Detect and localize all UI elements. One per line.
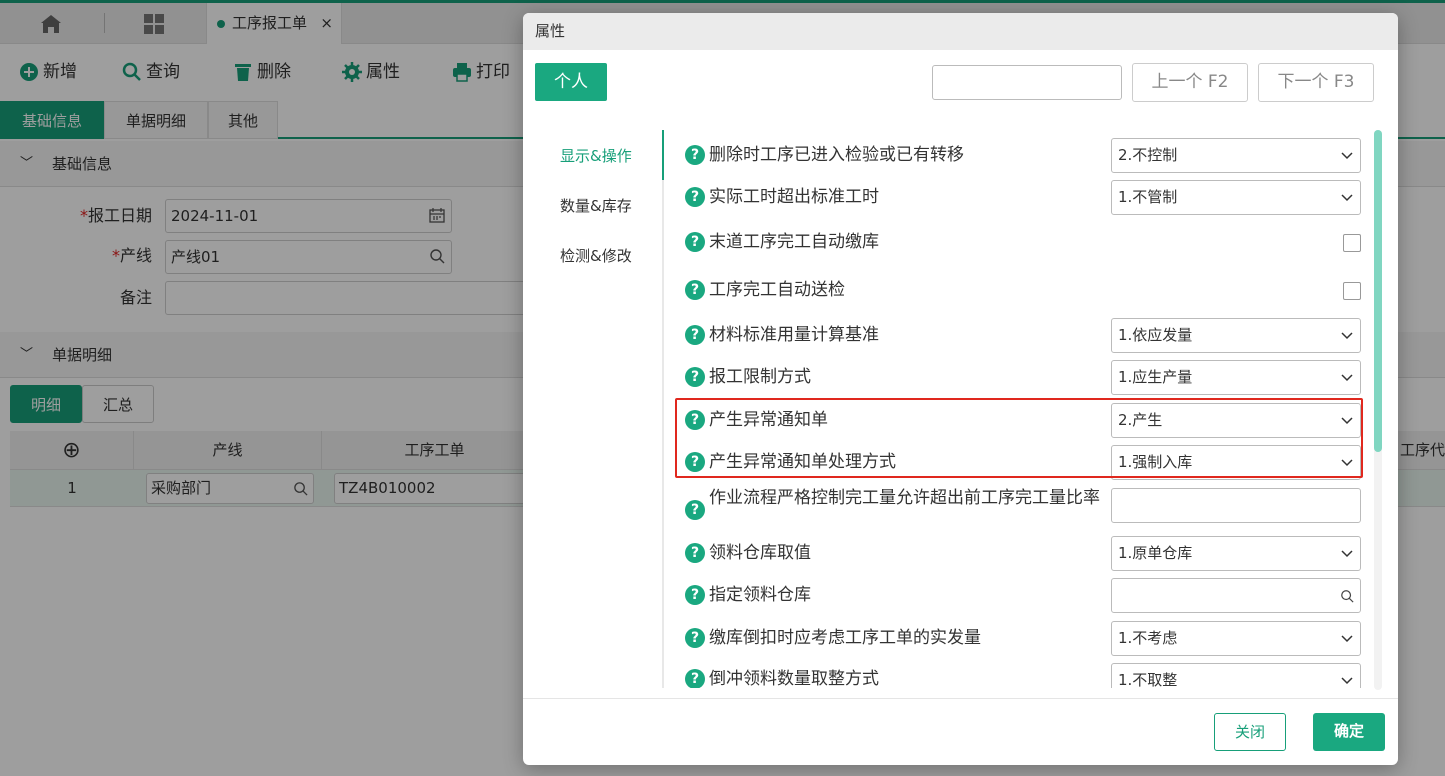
prop-row: ? 报工限制方式 1.应生产量 bbox=[685, 360, 1375, 395]
side-item-display[interactable]: 显示&操作 bbox=[560, 146, 632, 166]
personal-button[interactable]: 个人 bbox=[535, 63, 607, 101]
close-button[interactable]: 关闭 bbox=[1214, 713, 1286, 751]
help-icon[interactable]: ? bbox=[685, 367, 705, 387]
prop-row: ? 作业流程严格控制完工量允许超出前工序完工量比率 bbox=[685, 488, 1375, 534]
help-icon[interactable]: ? bbox=[685, 232, 705, 252]
prop-select[interactable]: 1.不取整 bbox=[1111, 663, 1361, 688]
prop-select[interactable]: 1.不考虑 bbox=[1111, 621, 1361, 656]
prop-value: 1.依应发量 bbox=[1118, 326, 1193, 344]
scrollbar-thumb[interactable] bbox=[1374, 130, 1382, 452]
properties-dialog: 属性 个人 上一个 F2 下一个 F3 显示&操作 数量&库存 检测&修改 ? … bbox=[523, 13, 1398, 765]
prop-label: 工序完工自动送检 bbox=[709, 280, 845, 300]
help-icon[interactable]: ? bbox=[685, 145, 705, 165]
prop-row: ? 倒冲领料数量取整方式 1.不取整 bbox=[685, 663, 1375, 688]
side-active-indicator bbox=[662, 130, 664, 180]
prop-checkbox[interactable] bbox=[1343, 234, 1361, 252]
help-icon[interactable]: ? bbox=[685, 280, 705, 300]
chevron-down-icon bbox=[1341, 635, 1353, 643]
prop-select[interactable]: 1.应生产量 bbox=[1111, 360, 1361, 395]
next-button[interactable]: 下一个 F3 bbox=[1258, 63, 1374, 102]
prop-label: 实际工时超出标准工时 bbox=[709, 187, 879, 207]
prop-label: 指定领料仓库 bbox=[709, 585, 811, 605]
prop-label: 领料仓库取值 bbox=[709, 543, 811, 563]
highlight-box bbox=[675, 398, 1363, 478]
prop-row: ? 删除时工序已进入检验或已有转移 2.不控制 bbox=[685, 138, 1375, 173]
prop-select[interactable]: 1.原单仓库 bbox=[1111, 536, 1361, 571]
prop-input[interactable] bbox=[1111, 488, 1361, 523]
prev-button[interactable]: 上一个 F2 bbox=[1132, 63, 1248, 102]
chevron-down-icon bbox=[1341, 677, 1353, 685]
chevron-down-icon bbox=[1341, 194, 1353, 202]
side-item-quantity[interactable]: 数量&库存 bbox=[560, 196, 632, 216]
prop-select[interactable]: 1.依应发量 bbox=[1111, 318, 1361, 353]
prop-value: 1.原单仓库 bbox=[1118, 544, 1193, 562]
dialog-footer-divider bbox=[523, 698, 1398, 699]
help-icon[interactable]: ? bbox=[685, 325, 705, 345]
prop-label: 材料标准用量计算基准 bbox=[709, 325, 879, 345]
chevron-down-icon bbox=[1341, 374, 1353, 382]
prop-select[interactable]: 1.不管制 bbox=[1111, 180, 1361, 215]
prop-select[interactable]: 2.不控制 bbox=[1111, 138, 1361, 173]
prop-label: 缴库倒扣时应考虑工序工单的实发量 bbox=[709, 628, 981, 648]
help-icon[interactable]: ? bbox=[685, 187, 705, 207]
side-divider bbox=[662, 130, 664, 688]
confirm-button[interactable]: 确定 bbox=[1313, 713, 1385, 751]
prop-value: 1.不取整 bbox=[1118, 671, 1178, 688]
prop-checkbox[interactable] bbox=[1343, 282, 1361, 300]
prop-label: 删除时工序已进入检验或已有转移 bbox=[709, 145, 964, 165]
chevron-down-icon bbox=[1341, 550, 1353, 558]
prop-row: ? 末道工序完工自动缴库 bbox=[685, 225, 1375, 260]
prop-value: 1.不考虑 bbox=[1118, 629, 1178, 647]
prop-value: 2.不控制 bbox=[1118, 146, 1178, 164]
chevron-down-icon bbox=[1341, 332, 1353, 340]
search-icon[interactable] bbox=[1340, 589, 1354, 603]
chevron-down-icon bbox=[1341, 152, 1353, 160]
dialog-scrollbar[interactable] bbox=[1374, 130, 1382, 690]
prop-label: 末道工序完工自动缴库 bbox=[709, 232, 879, 252]
prop-row: ? 领料仓库取值 1.原单仓库 bbox=[685, 536, 1375, 571]
help-icon[interactable]: ? bbox=[685, 628, 705, 648]
help-icon[interactable]: ? bbox=[685, 669, 705, 688]
help-icon[interactable]: ? bbox=[685, 543, 705, 563]
prop-lookup-input[interactable] bbox=[1111, 578, 1361, 613]
dialog-search-input[interactable] bbox=[932, 65, 1122, 100]
prop-row: ? 指定领料仓库 bbox=[685, 578, 1375, 613]
prop-row: ? 工序完工自动送检 bbox=[685, 273, 1375, 308]
dialog-title: 属性 bbox=[523, 13, 1398, 50]
prop-label: 作业流程严格控制完工量允许超出前工序完工量比率 bbox=[709, 488, 1100, 508]
prop-value: 1.应生产量 bbox=[1118, 368, 1193, 386]
help-icon[interactable]: ? bbox=[685, 500, 705, 520]
help-icon[interactable]: ? bbox=[685, 585, 705, 605]
prop-label: 倒冲领料数量取整方式 bbox=[709, 669, 879, 688]
prop-row: ? 缴库倒扣时应考虑工序工单的实发量 1.不考虑 bbox=[685, 621, 1375, 656]
prop-row: ? 材料标准用量计算基准 1.依应发量 bbox=[685, 318, 1375, 353]
side-item-inspection[interactable]: 检测&修改 bbox=[560, 246, 632, 266]
prop-label: 报工限制方式 bbox=[709, 367, 811, 387]
prop-value: 1.不管制 bbox=[1118, 188, 1178, 206]
prop-row: ? 实际工时超出标准工时 1.不管制 bbox=[685, 180, 1375, 215]
